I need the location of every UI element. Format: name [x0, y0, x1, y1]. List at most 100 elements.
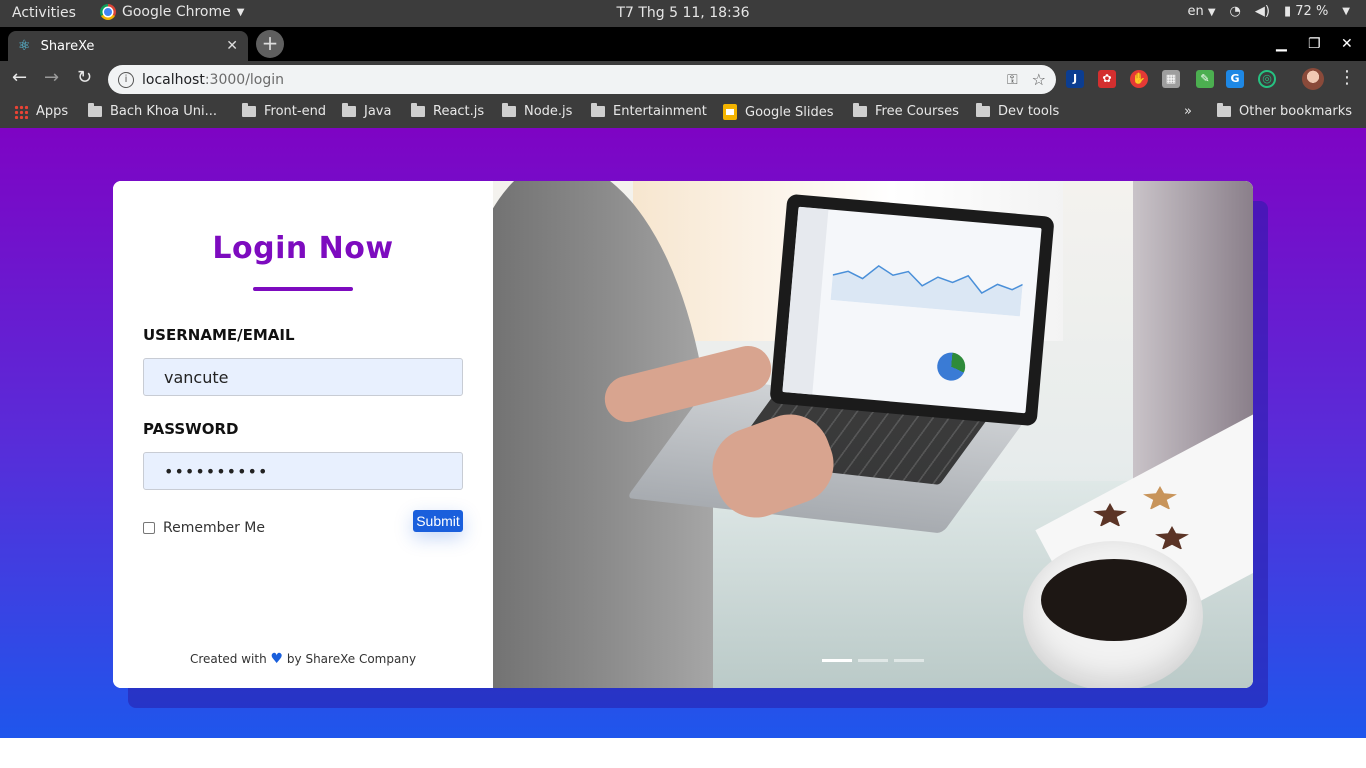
title-underline	[253, 287, 353, 291]
extension-hand-icon[interactable]: ✋	[1130, 70, 1148, 88]
chevron-down-icon: ▼	[1342, 6, 1350, 17]
folder-icon	[342, 103, 356, 117]
login-form-panel: Login Now USERNAME/EMAIL PASSWORD Rememb…	[113, 181, 493, 688]
language-label: en	[1187, 4, 1204, 19]
password-input[interactable]	[143, 452, 463, 490]
site-info-icon[interactable]: i	[118, 71, 134, 88]
bookmark-folder[interactable]: Node.js	[502, 103, 573, 119]
extension-red-icon[interactable]: ✿	[1098, 70, 1116, 88]
remember-me-label: Remember Me	[163, 520, 265, 536]
bookmark-folder[interactable]: React.js	[411, 103, 485, 119]
bookmark-label: Dev tools	[998, 104, 1060, 119]
folder-icon	[853, 103, 867, 117]
close-window-icon[interactable]: ✕	[1341, 36, 1353, 52]
battery-label: 72 %	[1295, 4, 1329, 19]
bookmark-label: Entertainment	[613, 104, 707, 119]
apps-grid-icon	[14, 104, 28, 119]
bookmark-label: Front-end	[264, 104, 327, 119]
url-host: localhost	[142, 71, 205, 88]
folder-icon	[411, 103, 425, 117]
folder-icon	[88, 103, 102, 117]
hero-coffee	[1041, 559, 1187, 641]
footer-suffix: by ShareXe Company	[286, 652, 417, 666]
bookmark-folder[interactable]: Free Courses	[853, 103, 959, 119]
browser-tab[interactable]: ⚛ ShareXe ✕	[8, 31, 248, 61]
bookmark-label: Node.js	[524, 104, 573, 119]
password-label: PASSWORD	[143, 420, 239, 438]
folder-icon	[502, 103, 516, 117]
wifi-icon: ◔	[1229, 4, 1241, 19]
system-top-bar: Activities Google Chrome ▼ T7 Thg 5 11, …	[0, 0, 1366, 27]
remember-me[interactable]: Remember Me	[143, 520, 265, 536]
display-pie-chart	[936, 351, 967, 382]
bookmark-star-icon[interactable]: ☆	[1032, 70, 1046, 89]
carousel-indicators	[822, 659, 924, 662]
tab-strip: ⚛ ShareXe ✕	[0, 27, 1366, 61]
remember-me-checkbox[interactable]	[143, 522, 155, 534]
menu-kebab-icon[interactable]: ⋮	[1338, 67, 1356, 88]
carousel-dot-3[interactable]	[894, 659, 924, 662]
folder-icon	[591, 103, 605, 117]
hero-image-carousel[interactable]	[493, 181, 1253, 688]
page-background: Login Now USERNAME/EMAIL PASSWORD Rememb…	[0, 128, 1366, 738]
profile-avatar[interactable]	[1302, 68, 1324, 90]
extension-gray-icon[interactable]: ▦	[1162, 70, 1180, 88]
system-clock[interactable]: T7 Thg 5 11, 18:36	[0, 5, 1366, 21]
language-indicator[interactable]: en ▼	[1187, 4, 1215, 19]
extension-pen-icon[interactable]: ✎	[1196, 70, 1214, 88]
bookmark-folder[interactable]: Dev tools	[976, 103, 1060, 119]
bookmarks-overflow-button[interactable]: »	[1184, 104, 1192, 119]
display-line-chart	[830, 265, 1023, 317]
bookmark-folder[interactable]: Java	[342, 103, 392, 119]
reload-icon[interactable]: ↻	[77, 68, 92, 88]
bookmark-google-slides[interactable]: Google Slides	[723, 104, 833, 120]
back-arrow-icon[interactable]: ←	[12, 68, 27, 88]
react-favicon-icon: ⚛	[18, 38, 31, 54]
tab-title: ShareXe	[40, 38, 95, 54]
translate-extension-icon[interactable]: G	[1226, 70, 1244, 88]
other-bookmarks-folder[interactable]: Other bookmarks	[1217, 103, 1353, 119]
footer-prefix: Created with	[189, 652, 267, 666]
volume-icon: ◀)	[1254, 4, 1270, 19]
address-bar[interactable]: i localhost:3000/login ⚿ ☆	[108, 65, 1056, 94]
bookmark-label: Apps	[36, 104, 69, 119]
laptop-screen	[769, 193, 1055, 427]
extension-j-icon[interactable]: J	[1066, 70, 1084, 88]
bookmark-label: Other bookmarks	[1239, 104, 1353, 119]
bookmark-label: React.js	[433, 104, 485, 119]
system-tray[interactable]: en ▼ ◔ ◀) ▮ 72 % ▼	[1187, 4, 1350, 19]
bookmark-folder[interactable]: Entertainment	[591, 103, 707, 119]
extension-circle-icon[interactable]: ◎	[1258, 70, 1276, 88]
bookmark-folder[interactable]: Bach Khoa Uni...	[88, 103, 217, 119]
bookmark-label: Google Slides	[745, 104, 834, 120]
display-sidebar	[782, 206, 829, 395]
carousel-dot-2[interactable]	[858, 659, 888, 662]
url-path: :3000/login	[204, 71, 285, 88]
bookmark-label: Java	[364, 104, 392, 119]
overflow-chevron: »	[1184, 104, 1192, 119]
submit-button[interactable]: Submit	[413, 510, 463, 532]
bookmark-apps[interactable]: Apps	[14, 104, 68, 119]
chevron-down-icon: ▼	[1207, 7, 1216, 18]
bookmark-label: Bach Khoa Uni...	[110, 104, 217, 119]
bookmark-folder[interactable]: Front-end	[242, 103, 327, 119]
google-slides-icon	[723, 104, 737, 120]
folder-icon	[1217, 103, 1231, 117]
heart-icon: ♥	[270, 651, 284, 667]
login-card: Login Now USERNAME/EMAIL PASSWORD Rememb…	[113, 181, 1253, 688]
password-key-icon[interactable]: ⚿	[1007, 72, 1018, 88]
restore-icon[interactable]: ❐	[1308, 36, 1321, 52]
username-input[interactable]	[143, 358, 463, 396]
forward-arrow-icon[interactable]: →	[44, 68, 59, 88]
laptop-display	[782, 206, 1042, 414]
close-tab-icon[interactable]: ✕	[226, 38, 238, 54]
new-tab-button[interactable]: +	[256, 30, 284, 58]
carousel-dot-1[interactable]	[822, 659, 852, 662]
battery-indicator: ▮ 72 %	[1283, 4, 1329, 19]
minimize-icon[interactable]: ▁	[1276, 36, 1287, 52]
folder-icon	[976, 103, 990, 117]
folder-icon	[242, 103, 256, 117]
login-title: Login Now	[212, 231, 394, 266]
username-label: USERNAME/EMAIL	[143, 326, 295, 344]
footer-credit: Created with ♥ by ShareXe Company	[113, 651, 493, 667]
